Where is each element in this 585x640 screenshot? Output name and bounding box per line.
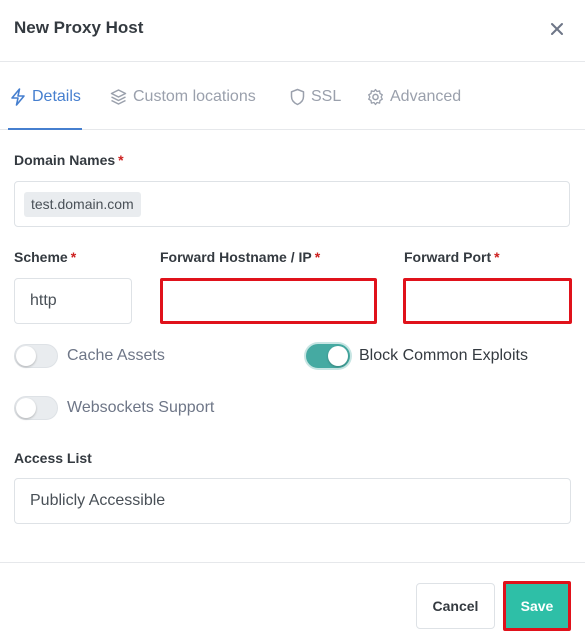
cancel-button[interactable]: Cancel bbox=[416, 583, 495, 629]
domain-tag[interactable]: test.domain.com bbox=[24, 192, 141, 217]
scheme-label: Scheme * bbox=[14, 249, 77, 265]
tab-details-label: Details bbox=[32, 88, 81, 105]
tab-bar: Details Custom locations SSL Advanced bbox=[0, 62, 585, 130]
save-button[interactable]: Save bbox=[503, 581, 571, 631]
cache-assets-toggle[interactable]: Cache Assets bbox=[14, 344, 165, 368]
block-common-exploits-label: Block Common Exploits bbox=[359, 347, 528, 364]
block-common-exploits-toggle[interactable]: Block Common Exploits bbox=[306, 344, 528, 368]
switch-knob bbox=[16, 398, 36, 418]
websockets-support-switch[interactable] bbox=[14, 396, 58, 420]
modal-footer: Cancel Save bbox=[0, 562, 585, 640]
switch-knob bbox=[328, 346, 348, 366]
domain-names-input[interactable]: test.domain.com bbox=[14, 181, 570, 227]
layers-icon bbox=[110, 89, 127, 105]
modal-header: New Proxy Host bbox=[0, 0, 585, 62]
required-marker: * bbox=[314, 249, 321, 265]
close-button[interactable] bbox=[544, 16, 570, 42]
forward-port-label: Forward Port * bbox=[404, 249, 500, 265]
forward-hostname-input[interactable] bbox=[160, 278, 377, 324]
cache-assets-label: Cache Assets bbox=[67, 347, 165, 364]
tab-ssl[interactable]: SSL bbox=[290, 86, 341, 108]
websockets-support-label: Websockets Support bbox=[67, 399, 215, 416]
required-marker: * bbox=[70, 249, 77, 265]
modal-title: New Proxy Host bbox=[14, 18, 144, 37]
tab-custom-locations-label: Custom locations bbox=[133, 88, 256, 105]
forward-hostname-label: Forward Hostname / IP * bbox=[160, 249, 321, 265]
tab-ssl-label: SSL bbox=[311, 88, 342, 105]
block-common-exploits-switch[interactable] bbox=[306, 344, 350, 368]
scheme-input[interactable] bbox=[14, 278, 132, 324]
forward-port-input[interactable] bbox=[403, 278, 572, 324]
domain-names-label: Domain Names * bbox=[14, 152, 124, 168]
websockets-support-toggle[interactable]: Websockets Support bbox=[14, 396, 214, 420]
gear-icon bbox=[368, 88, 383, 106]
tab-advanced-label: Advanced bbox=[390, 88, 462, 105]
required-marker: * bbox=[118, 152, 124, 168]
new-proxy-host-modal: New Proxy Host Details Custom locations bbox=[0, 0, 585, 640]
tab-details[interactable]: Details bbox=[10, 86, 81, 108]
close-icon bbox=[551, 23, 563, 35]
cache-assets-switch[interactable] bbox=[14, 344, 58, 368]
switch-knob bbox=[16, 346, 36, 366]
access-list-label: Access List bbox=[14, 450, 92, 466]
active-tab-indicator bbox=[8, 128, 82, 130]
tab-advanced[interactable]: Advanced bbox=[367, 86, 461, 108]
required-marker: * bbox=[494, 249, 500, 265]
access-list-select[interactable] bbox=[14, 478, 571, 524]
shield-icon bbox=[290, 88, 305, 106]
tab-custom-locations[interactable]: Custom locations bbox=[110, 86, 256, 108]
bolt-icon bbox=[11, 88, 25, 106]
